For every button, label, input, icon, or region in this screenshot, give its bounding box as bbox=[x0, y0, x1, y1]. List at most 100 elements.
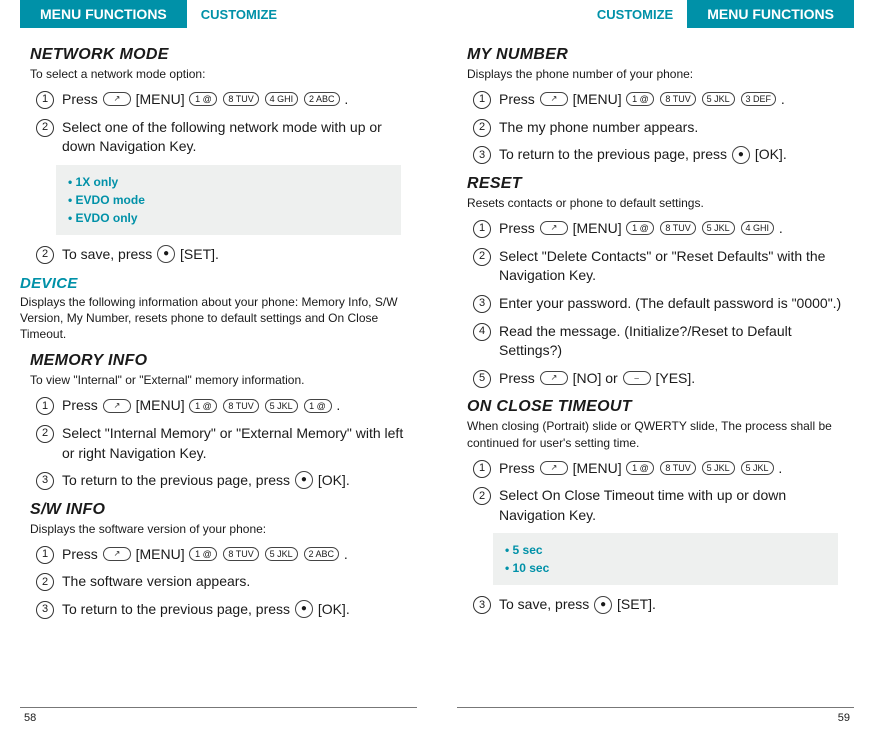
step-number-icon: 2 bbox=[36, 119, 54, 137]
subtitle-network-mode: To select a network mode option: bbox=[30, 66, 417, 82]
key-1-icon: 1 @ bbox=[189, 547, 217, 561]
step-text: The my phone number appears. bbox=[499, 118, 854, 138]
option-item: 10 sec bbox=[505, 559, 826, 577]
step-number-icon: 3 bbox=[473, 295, 491, 313]
step-number-icon: 1 bbox=[473, 220, 491, 238]
send-key-icon: ↗ bbox=[103, 399, 131, 413]
key-8-icon: 8 TUV bbox=[660, 221, 695, 235]
key-5-icon: 5 JKL bbox=[741, 461, 774, 475]
subtitle-reset: Resets contacts or phone to default sett… bbox=[467, 195, 854, 211]
subtitle-device: Displays the following information about… bbox=[20, 294, 417, 343]
page-number-right: 59 bbox=[838, 712, 850, 724]
step-oct-3: 3 To save, press ● [SET]. bbox=[473, 595, 854, 615]
step-text: Select one of the following network mode… bbox=[62, 118, 417, 157]
step-nm-1: 1 Press ↗ [MENU] 1 @ 8 TUV 4 GHI 2 ABC . bbox=[36, 90, 417, 110]
send-key-icon: ↗ bbox=[103, 92, 131, 106]
step-text: Press ↗ [MENU] 1 @ 8 TUV 5 JKL 5 JKL . bbox=[499, 459, 854, 479]
key-5-icon: 5 JKL bbox=[702, 461, 735, 475]
step-nm-2: 2 Select one of the following network mo… bbox=[36, 118, 417, 157]
key-8-icon: 8 TUV bbox=[660, 461, 695, 475]
step-sw-1: 1 Press ↗ [MENU] 1 @ 8 TUV 5 JKL 2 ABC . bbox=[36, 545, 417, 565]
step-reset-2: 2 Select "Delete Contacts" or "Reset Def… bbox=[473, 247, 854, 286]
step-number-icon: 2 bbox=[36, 246, 54, 264]
heading-sw-info: S/W INFO bbox=[30, 501, 417, 519]
key-1-icon: 1 @ bbox=[304, 399, 332, 413]
step-text: To save, press ● [SET]. bbox=[499, 595, 854, 615]
ok-key-icon: ● bbox=[594, 596, 612, 614]
key-2-icon: 2 ABC bbox=[304, 92, 340, 106]
step-text: Select "Internal Memory" or "External Me… bbox=[62, 424, 417, 463]
step-number-icon: 3 bbox=[473, 596, 491, 614]
step-number-icon: 1 bbox=[473, 91, 491, 109]
heading-my-number: MY NUMBER bbox=[467, 46, 854, 64]
tab-customize: CUSTOMIZE bbox=[583, 0, 687, 28]
option-item: 5 sec bbox=[505, 541, 826, 559]
step-text: Press ↗ [MENU] 1 @ 8 TUV 4 GHI 2 ABC . bbox=[62, 90, 417, 110]
step-text: Select On Close Timeout time with up or … bbox=[499, 486, 854, 525]
page-right: CUSTOMIZE MENU FUNCTIONS MY NUMBER Displ… bbox=[457, 0, 854, 724]
step-text: To return to the previous page, press ● … bbox=[62, 600, 417, 620]
step-text: Press ↗ [MENU] 1 @ 8 TUV 5 JKL 1 @ . bbox=[62, 396, 417, 416]
page-left: MENU FUNCTIONS CUSTOMIZE NETWORK MODE To… bbox=[20, 0, 417, 724]
option-item: EVDO only bbox=[68, 209, 389, 227]
key-8-icon: 8 TUV bbox=[223, 547, 258, 561]
step-number-icon: 1 bbox=[36, 91, 54, 109]
tab-menu-functions: MENU FUNCTIONS bbox=[20, 0, 187, 28]
step-number-icon: 3 bbox=[473, 146, 491, 164]
step-sw-2: 2 The software version appears. bbox=[36, 572, 417, 592]
step-number-icon: 1 bbox=[473, 460, 491, 478]
key-8-icon: 8 TUV bbox=[223, 92, 258, 106]
key-8-icon: 8 TUV bbox=[660, 92, 695, 106]
key-2-icon: 2 ABC bbox=[304, 547, 340, 561]
step-reset-5: 5 Press ↗ [NO] or ⎯ [YES]. bbox=[473, 369, 854, 389]
step-text: To return to the previous page, press ● … bbox=[62, 471, 417, 491]
step-text: To save, press ● [SET]. bbox=[62, 245, 417, 265]
step-text: Read the message. (Initialize?/Reset to … bbox=[499, 322, 854, 361]
step-number-icon: 5 bbox=[473, 370, 491, 388]
subtitle-my-number: Displays the phone number of your phone: bbox=[467, 66, 854, 82]
step-myn-1: 1 Press ↗ [MENU] 1 @ 8 TUV 5 JKL 3 DEF . bbox=[473, 90, 854, 110]
send-key-icon: ↗ bbox=[540, 92, 568, 106]
ok-key-icon: ● bbox=[732, 146, 750, 164]
step-reset-3: 3 Enter your password. (The default pass… bbox=[473, 294, 854, 314]
key-4-icon: 4 GHI bbox=[741, 221, 775, 235]
tab-customize: CUSTOMIZE bbox=[187, 0, 291, 28]
subtitle-sw-info: Displays the software version of your ph… bbox=[30, 521, 417, 537]
subtitle-on-close-timeout: When closing (Portrait) slide or QWERTY … bbox=[467, 418, 854, 450]
footer-rule bbox=[20, 707, 417, 708]
step-reset-4: 4 Read the message. (Initialize?/Reset t… bbox=[473, 322, 854, 361]
step-text: Enter your password. (The default passwo… bbox=[499, 294, 854, 314]
step-mem-2: 2 Select "Internal Memory" or "External … bbox=[36, 424, 417, 463]
step-text: Press ↗ [MENU] 1 @ 8 TUV 5 JKL 3 DEF . bbox=[499, 90, 854, 110]
step-number-icon: 1 bbox=[36, 397, 54, 415]
header-left: MENU FUNCTIONS CUSTOMIZE bbox=[20, 0, 417, 28]
step-text: Press ↗ [NO] or ⎯ [YES]. bbox=[499, 369, 854, 389]
key-8-icon: 8 TUV bbox=[223, 399, 258, 413]
key-5-icon: 5 JKL bbox=[265, 547, 298, 561]
key-1-icon: 1 @ bbox=[189, 399, 217, 413]
key-1-icon: 1 @ bbox=[626, 221, 654, 235]
header-right: CUSTOMIZE MENU FUNCTIONS bbox=[457, 0, 854, 28]
softkey-icon: ⎯ bbox=[623, 371, 651, 385]
page-number-left: 58 bbox=[24, 712, 36, 724]
step-text: The software version appears. bbox=[62, 572, 417, 592]
key-4-icon: 4 GHI bbox=[265, 92, 299, 106]
step-oct-2: 2 Select On Close Timeout time with up o… bbox=[473, 486, 854, 525]
step-number-icon: 4 bbox=[473, 323, 491, 341]
ok-key-icon: ● bbox=[295, 600, 313, 618]
heading-network-mode: NETWORK MODE bbox=[30, 46, 417, 64]
step-text: Press ↗ [MENU] 1 @ 8 TUV 5 JKL 4 GHI . bbox=[499, 219, 854, 239]
step-number-icon: 2 bbox=[473, 119, 491, 137]
step-oct-1: 1 Press ↗ [MENU] 1 @ 8 TUV 5 JKL 5 JKL . bbox=[473, 459, 854, 479]
options-on-close-timeout: 5 sec 10 sec bbox=[493, 533, 838, 585]
step-number-icon: 2 bbox=[36, 425, 54, 443]
key-1-icon: 1 @ bbox=[189, 92, 217, 106]
step-number-icon: 2 bbox=[36, 573, 54, 591]
step-nm-3: 2 To save, press ● [SET]. bbox=[36, 245, 417, 265]
send-key-icon: ↗ bbox=[103, 547, 131, 561]
ok-key-icon: ● bbox=[157, 245, 175, 263]
step-sw-3: 3 To return to the previous page, press … bbox=[36, 600, 417, 620]
step-text: Press ↗ [MENU] 1 @ 8 TUV 5 JKL 2 ABC . bbox=[62, 545, 417, 565]
option-item: 1X only bbox=[68, 173, 389, 191]
key-5-icon: 5 JKL bbox=[265, 399, 298, 413]
